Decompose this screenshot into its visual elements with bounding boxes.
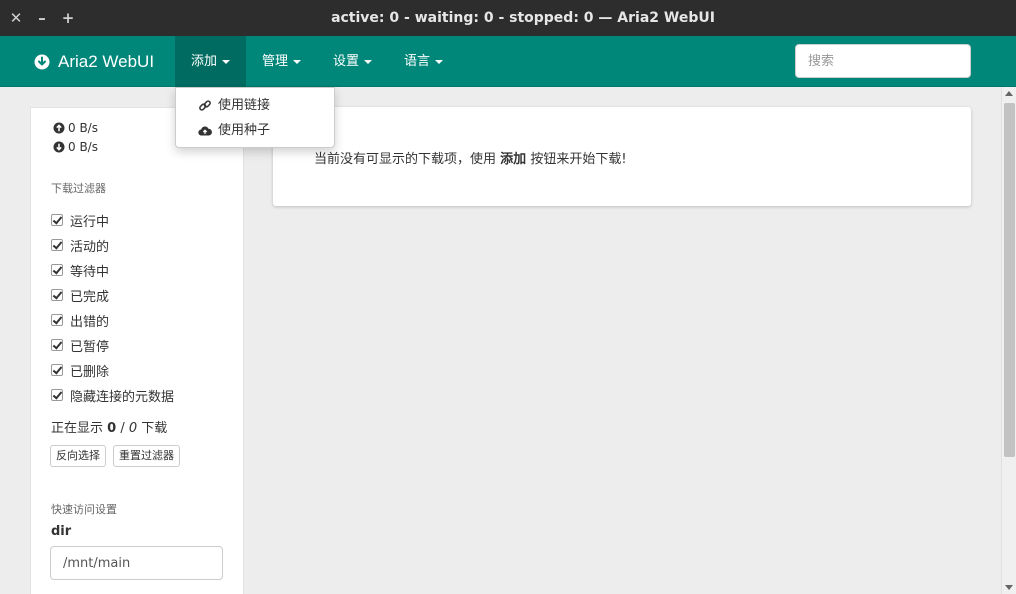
nav-language-label: 语言 <box>404 54 431 69</box>
nav-language-menu[interactable]: 语言 <box>388 36 459 87</box>
caret-down-icon <box>222 59 231 64</box>
filter-hide-metadata-label: 隐藏连接的元数据 <box>70 389 175 405</box>
page-scrollbar[interactable] <box>1001 87 1016 594</box>
filter-waiting-label: 等待中 <box>70 264 110 280</box>
add-dropdown-menu: 使用链接 使用种子 <box>175 87 335 148</box>
nav-add-label: 添加 <box>191 54 218 69</box>
filter-removed-label: 已删除 <box>70 364 110 380</box>
window-title: active: 0 - waiting: 0 - stopped: 0 — Ar… <box>331 10 715 26</box>
brand-label: Aria2 WebUI <box>58 51 155 71</box>
dir-input[interactable] <box>50 546 223 580</box>
menu-item-use-torrent-label: 使用种子 <box>218 123 271 138</box>
filter-paused[interactable]: 已暂停 <box>51 336 110 355</box>
filter-running[interactable]: 运行中 <box>51 211 110 230</box>
empty-message-add-word: 添加 <box>500 152 527 167</box>
caret-down-icon <box>293 59 302 64</box>
checkbox-checked[interactable] <box>51 339 63 351</box>
filter-error[interactable]: 出错的 <box>51 311 110 330</box>
filter-section-title: 下载过滤器 <box>51 182 106 195</box>
filter-paused-label: 已暂停 <box>70 339 110 355</box>
filter-error-label: 出错的 <box>70 314 110 330</box>
navbar: Aria2 WebUI 添加 管理 设置 语言 <box>0 36 1016 87</box>
filter-active[interactable]: 活动的 <box>51 236 110 255</box>
caret-down-icon <box>364 59 373 64</box>
filter-removed[interactable]: 已删除 <box>51 361 110 380</box>
nav-settings-menu[interactable]: 设置 <box>317 36 388 87</box>
scrollbar-thumb[interactable] <box>1004 103 1015 457</box>
nav-settings-label: 设置 <box>333 54 360 69</box>
scroll-up-arrow-icon[interactable] <box>1005 91 1013 96</box>
nav-manage-menu[interactable]: 管理 <box>246 36 317 87</box>
downloads-panel: 当前没有可显示的下载项，使用 添加 按钮来开始下载! <box>273 107 971 206</box>
empty-message-prefix: 当前没有可显示的下载项，使用 <box>314 152 497 167</box>
showing-separator: / <box>120 421 125 436</box>
upload-circle-icon <box>53 122 65 134</box>
filter-hide-metadata[interactable]: 隐藏连接的元数据 <box>51 386 175 405</box>
download-circle-icon <box>53 141 65 153</box>
checkbox-checked[interactable] <box>51 389 63 401</box>
download-speed: 0 B/s <box>53 140 98 154</box>
cloud-upload-icon <box>198 126 212 136</box>
checkbox-checked[interactable] <box>51 264 63 276</box>
empty-message-suffix: 按钮来开始下载! <box>530 152 627 167</box>
nav-manage-label: 管理 <box>262 54 289 69</box>
filter-completed-label: 已完成 <box>70 289 110 305</box>
upload-speed: 0 B/s <box>53 121 98 135</box>
reset-filters-button[interactable]: 重置过滤器 <box>113 445 180 467</box>
showing-total-count: 0 <box>128 421 138 436</box>
download-circle-icon <box>34 54 50 69</box>
scroll-down-arrow-icon[interactable] <box>1005 585 1013 590</box>
filter-active-label: 活动的 <box>70 239 110 255</box>
menu-item-use-link-label: 使用链接 <box>218 98 271 113</box>
filter-completed[interactable]: 已完成 <box>51 286 110 305</box>
checkbox-checked[interactable] <box>51 364 63 376</box>
menu-item-use-link[interactable]: 使用链接 <box>176 93 334 118</box>
upload-speed-value: 0 B/s <box>68 121 98 135</box>
empty-downloads-message: 当前没有可显示的下载项，使用 添加 按钮来开始下载! <box>314 148 627 167</box>
checkbox-checked[interactable] <box>51 214 63 226</box>
checkbox-checked[interactable] <box>51 289 63 301</box>
showing-shown-count: 0 <box>107 421 117 436</box>
link-icon <box>199 99 211 111</box>
caret-down-icon <box>435 59 444 64</box>
invert-selection-button[interactable]: 反向选择 <box>50 445 106 467</box>
filter-waiting[interactable]: 等待中 <box>51 261 110 280</box>
window-titlebar: ✕ – + active: 0 - waiting: 0 - stopped: … <box>0 0 1016 36</box>
showing-count: 正在显示 0 / 0 下载 <box>51 417 167 436</box>
dir-label: dir <box>51 524 72 539</box>
nav-add-menu[interactable]: 添加 <box>175 36 247 87</box>
brand-link[interactable]: Aria2 WebUI <box>34 36 154 87</box>
quick-settings-title: 快速访问设置 <box>51 503 117 516</box>
filter-running-label: 运行中 <box>70 214 110 230</box>
sidebar: 0 B/s 0 B/s 下载过滤器 运行中 活动的 等待中 已完成 出错的 已暂… <box>30 107 244 594</box>
download-speed-value: 0 B/s <box>68 140 98 154</box>
search-input[interactable] <box>795 44 971 78</box>
showing-prefix: 正在显示 <box>51 421 104 436</box>
checkbox-checked[interactable] <box>51 314 63 326</box>
showing-suffix: 下载 <box>141 421 168 436</box>
checkbox-checked[interactable] <box>51 239 63 251</box>
menu-item-use-torrent[interactable]: 使用种子 <box>176 118 334 143</box>
